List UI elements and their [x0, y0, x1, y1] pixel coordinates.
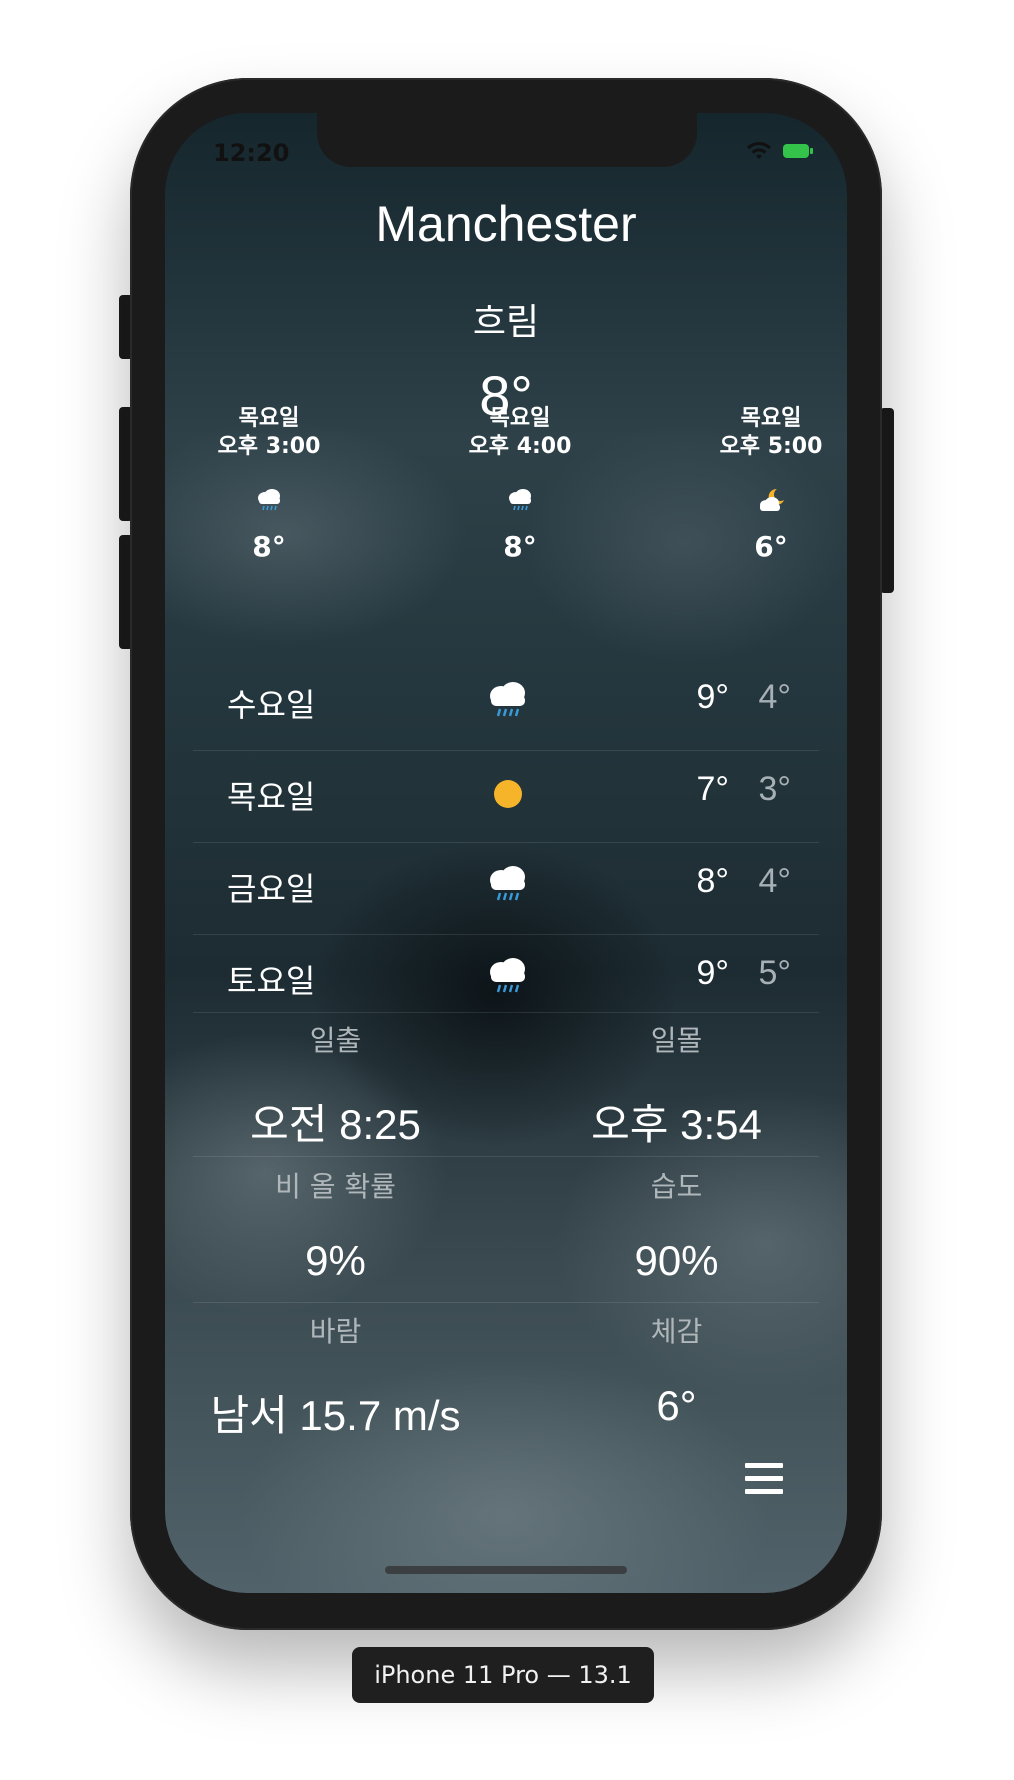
- hourly-item: 목요일 오후 3:00 8°: [169, 405, 369, 563]
- home-indicator[interactable]: [385, 1566, 627, 1574]
- feels-like-detail: 체감 6°: [506, 1310, 847, 1430]
- hourly-time: 오후 5:00: [719, 434, 823, 459]
- hourly-time: 오후 3:00: [217, 434, 321, 459]
- sunset-label: 일몰: [650, 1024, 703, 1057]
- humidity-label: 습도: [650, 1170, 703, 1203]
- daily-low: 4°: [758, 862, 791, 900]
- wind-detail: 바람 남서 15.7 m/s: [165, 1310, 506, 1443]
- wind-label: 바람: [309, 1315, 362, 1348]
- hourly-temp: 8°: [252, 530, 286, 563]
- humidity-value: 90%: [634, 1237, 719, 1284]
- humidity-detail: 습도 90%: [506, 1165, 847, 1285]
- sunrise-label: 일출: [309, 1024, 362, 1057]
- hourly-time: 오후 4:00: [468, 434, 572, 459]
- cloud-rain-icon: [258, 489, 280, 511]
- weather-screen: 12:20 Manchester 흐림 8° 목요일 오후 3:00 8° 목요…: [165, 113, 847, 1593]
- daily-row: 수요일 9° 4°: [165, 658, 847, 750]
- sun-icon: [494, 780, 522, 808]
- divider: [193, 1156, 819, 1157]
- daily-high: 9°: [696, 954, 729, 992]
- hamburger-menu-icon[interactable]: [745, 1463, 783, 1497]
- daily-day: 수요일: [227, 686, 316, 724]
- sunset-detail: 일몰 오후 3:54: [506, 1019, 847, 1152]
- cloud-rain-icon: [490, 958, 525, 993]
- city-name: Manchester: [375, 196, 637, 252]
- daily-day: 금요일: [227, 870, 316, 908]
- hourly-item: 목요일 오후 4:00 8°: [420, 405, 620, 563]
- daily-low: 3°: [758, 770, 791, 808]
- partly-cloudy-night-icon: [760, 488, 784, 511]
- sunrise-value: 오전 8:25: [250, 1101, 421, 1148]
- device-label: iPhone 11 Pro — 13.1: [352, 1647, 654, 1703]
- daily-row: 목요일 7° 3°: [165, 750, 847, 842]
- notch: [317, 113, 697, 167]
- cloud-rain-icon: [490, 682, 525, 717]
- daily-high: 9°: [696, 678, 729, 716]
- divider: [193, 1012, 819, 1013]
- hourly-day: 목요일: [489, 406, 551, 431]
- rain-chance-value: 9%: [305, 1237, 366, 1284]
- side-button-power: [880, 408, 894, 593]
- weather-condition: 흐림: [472, 302, 540, 343]
- daily-high: 8°: [696, 862, 729, 900]
- feels-like-label: 체감: [650, 1315, 703, 1348]
- daily-row: 금요일 8° 4°: [165, 842, 847, 934]
- daily-low: 5°: [758, 954, 791, 992]
- hourly-day: 목요일: [238, 406, 300, 431]
- hourly-day: 목요일: [740, 406, 802, 431]
- sunset-value: 오후 3:54: [591, 1101, 762, 1148]
- sunrise-detail: 일출 오전 8:25: [165, 1019, 506, 1152]
- wifi-icon: [747, 141, 771, 159]
- divider: [193, 1302, 819, 1303]
- cloud-rain-icon: [490, 866, 525, 901]
- rain-chance-detail: 비 올 확률 9%: [165, 1165, 506, 1285]
- hourly-temp: 8°: [503, 530, 537, 563]
- daily-high: 7°: [696, 770, 729, 808]
- daily-day: 토요일: [227, 962, 316, 1000]
- cloud-rain-icon: [509, 489, 531, 511]
- hourly-item: 목요일 오후 5:00 6°: [671, 405, 847, 563]
- status-time: 12:20: [213, 139, 290, 167]
- wind-value: 남서 15.7 m/s: [210, 1392, 461, 1439]
- daily-day: 목요일: [227, 778, 316, 816]
- rain-chance-label: 비 올 확률: [275, 1170, 396, 1203]
- battery-charging-icon: [783, 144, 813, 158]
- daily-low: 4°: [758, 678, 791, 716]
- feels-like-value: 6°: [656, 1382, 697, 1429]
- status-icons: [745, 141, 813, 161]
- hourly-temp: 6°: [754, 530, 788, 563]
